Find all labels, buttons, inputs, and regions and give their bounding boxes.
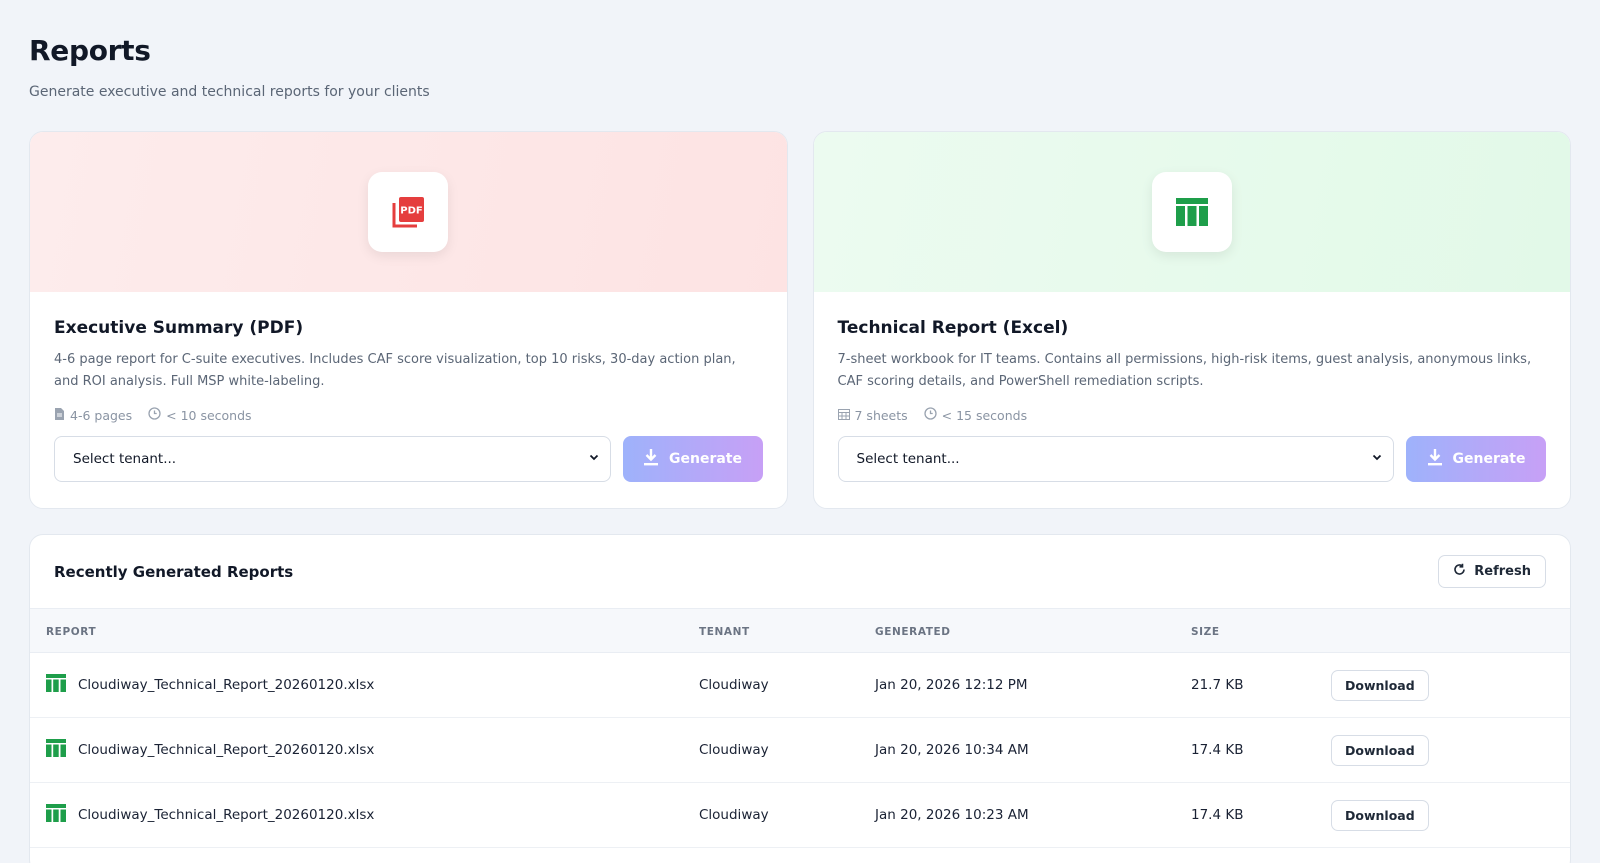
- svg-text:PDF: PDF: [401, 206, 423, 217]
- generate-label: Generate: [669, 451, 742, 467]
- pdf-icon: PDF: [368, 172, 449, 252]
- report-cards: PDF Executive Summary (PDF) 4-6 page rep…: [29, 131, 1571, 509]
- report-filename: Cloudiway_Technical_Report_20260120.xlsx: [78, 742, 375, 758]
- clock-icon: [148, 407, 161, 423]
- report-tenant: Cloudiway: [699, 807, 769, 823]
- download-icon: [643, 448, 659, 470]
- tenant-select[interactable]: Select tenant...: [54, 436, 611, 482]
- card-description: 4-6 page report for C-suite executives. …: [54, 352, 736, 389]
- report-size: 17.4 KB: [1191, 807, 1244, 823]
- card-title: Executive Summary (PDF): [54, 318, 304, 338]
- recent-reports-panel: Recently Generated Reports Refresh REPOR…: [29, 534, 1571, 863]
- card-hero: [813, 132, 1570, 292]
- recent-reports-title: Recently Generated Reports: [54, 562, 294, 581]
- tenant-select[interactable]: Select tenant...: [837, 436, 1394, 482]
- technical-report-card: Technical Report (Excel) 7-sheet workboo…: [812, 131, 1571, 509]
- download-button[interactable]: Download: [1331, 669, 1429, 701]
- report-generated: Jan 20, 2026 10:23 AM: [875, 807, 1029, 823]
- table-row: Cloudiway_Technical_Report_20260120.xlsx…: [30, 718, 1570, 783]
- card-hero: PDF: [30, 132, 787, 292]
- column-header-tenant: TENANT: [699, 625, 750, 638]
- document-icon: [54, 407, 65, 423]
- meta-pages: 4-6 pages: [70, 407, 133, 423]
- tenant-select-value: Select tenant...: [856, 451, 960, 467]
- column-header-report: REPORT: [46, 625, 97, 638]
- report-size: 21.7 KB: [1191, 677, 1244, 693]
- report-generated: Jan 20, 2026 12:12 PM: [875, 677, 1028, 693]
- spreadsheet-icon: [46, 674, 66, 696]
- download-icon: [1427, 448, 1443, 470]
- sheets-icon: [837, 408, 850, 423]
- generate-button[interactable]: Generate: [622, 436, 763, 482]
- column-header-size: SIZE: [1191, 625, 1220, 638]
- clock-icon: [924, 407, 937, 423]
- generate-button[interactable]: Generate: [1406, 436, 1546, 482]
- generate-label: Generate: [1452, 451, 1526, 467]
- tenant-select-value: Select tenant...: [73, 451, 177, 467]
- report-tenant: Cloudiway: [699, 742, 769, 758]
- card-description: 7-sheet workbook for IT teams. Contains …: [837, 352, 1532, 389]
- column-header-generated: GENERATED: [875, 625, 951, 638]
- report-size: 17.4 KB: [1191, 742, 1244, 758]
- card-meta: 4-6 pages < 10 seconds: [54, 407, 763, 423]
- refresh-icon: [1453, 563, 1466, 580]
- report-filename: Cloudiway_Technical_Report_20260120.xlsx: [78, 807, 375, 823]
- meta-sheets: 7 sheets: [854, 407, 908, 423]
- report-tenant: Cloudiway: [699, 677, 769, 693]
- card-meta: 7 sheets < 15 seconds: [837, 407, 1547, 423]
- card-title: Technical Report (Excel): [837, 318, 1069, 338]
- column-header-actions: [1331, 609, 1570, 653]
- spreadsheet-icon: [46, 739, 66, 761]
- table-header-row: REPORT TENANT GENERATED SIZE: [30, 608, 1570, 653]
- report-generated: Jan 20, 2026 10:34 AM: [875, 742, 1029, 758]
- download-button[interactable]: Download: [1331, 799, 1429, 831]
- meta-time: < 15 seconds: [941, 407, 1028, 423]
- refresh-label: Refresh: [1474, 564, 1531, 579]
- report-filename: Cloudiway_Technical_Report_20260120.xlsx: [78, 677, 375, 693]
- spreadsheet-icon: [1151, 172, 1232, 252]
- page-subtitle: Generate executive and technical reports…: [29, 84, 430, 100]
- table-row: Cloudiway_Technical_Report_20260120.xlsx…: [30, 653, 1570, 718]
- chevron-down-icon: [588, 451, 600, 467]
- meta-time: < 10 seconds: [166, 407, 252, 423]
- page-title: Reports: [29, 34, 151, 67]
- refresh-button[interactable]: Refresh: [1438, 555, 1546, 588]
- chevron-down-icon: [1371, 451, 1383, 467]
- executive-summary-card: PDF Executive Summary (PDF) 4-6 page rep…: [29, 131, 788, 509]
- reports-page: Reports Generate executive and technical…: [0, 0, 1600, 863]
- table-row: Cloudiway_Technical_Report_20260120.xlsx…: [30, 783, 1570, 848]
- reports-table: REPORT TENANT GENERATED SIZE Cloudiway_T…: [30, 608, 1570, 848]
- download-button[interactable]: Download: [1331, 734, 1429, 766]
- spreadsheet-icon: [46, 804, 66, 826]
